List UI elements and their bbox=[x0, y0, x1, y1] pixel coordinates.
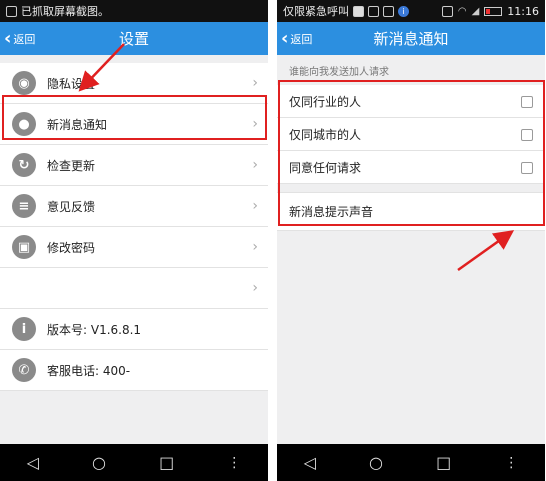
option-checkbox[interactable] bbox=[521, 96, 533, 108]
lock-icon: ▣ bbox=[12, 235, 36, 259]
option-checkbox[interactable] bbox=[521, 129, 533, 141]
status-bar: 已抓取屏幕截图。 bbox=[0, 0, 268, 22]
nav-more-button[interactable]: ⋮ bbox=[504, 455, 518, 471]
back-button[interactable]: ‹ 返回 bbox=[4, 22, 35, 55]
system-nav-bar: ◁ ○ □ ⋮ bbox=[277, 444, 545, 481]
nav-more-button[interactable]: ⋮ bbox=[227, 455, 241, 471]
system-nav-bar: ◁ ○ □ ⋮ bbox=[0, 444, 268, 481]
vibrate-icon bbox=[441, 5, 453, 17]
new-message-notification-screen: 仅限紧急呼叫 i ◠ ◢ 11:16 ‹ 返回 新消息通知 谁能向我发送加人请求… bbox=[277, 0, 545, 481]
screenshot-icon bbox=[383, 5, 394, 17]
sim-icon bbox=[353, 5, 364, 17]
menu-item-new-message-notification[interactable]: ● 新消息通知 › bbox=[0, 104, 268, 145]
option-label: 仅同城市的人 bbox=[289, 127, 362, 142]
settings-menu: ◉ 隐私设置 › ● 新消息通知 › ↻ 检查更新 › ≡ 意见反馈 › ▣ 修… bbox=[0, 63, 268, 309]
info-icon: i bbox=[398, 5, 409, 17]
chevron-left-icon: ‹ bbox=[4, 27, 12, 49]
nav-back-button[interactable]: ◁ bbox=[304, 453, 316, 472]
menu-item-feedback[interactable]: ≡ 意见反馈 › bbox=[0, 186, 268, 227]
menu-item-label: 隐私设置 bbox=[47, 76, 96, 91]
back-label: 返回 bbox=[290, 32, 313, 46]
chevron-left-icon: ‹ bbox=[281, 27, 289, 49]
option-checkbox[interactable] bbox=[521, 162, 533, 174]
chevron-right-icon: › bbox=[252, 280, 258, 296]
version-row: i 版本号: V1.6.8.1 bbox=[0, 309, 268, 350]
menu-item-label: 检查更新 bbox=[47, 158, 96, 173]
image-icon bbox=[368, 5, 379, 17]
service-phone-label: 客服电话: 400- bbox=[47, 363, 131, 378]
bubble-icon: ● bbox=[12, 112, 36, 136]
status-text: 已抓取屏幕截图。 bbox=[21, 5, 109, 18]
menu-item-label: 修改密码 bbox=[47, 240, 96, 255]
menu-item-privacy[interactable]: ◉ 隐私设置 › bbox=[0, 63, 268, 104]
option-label: 同意任何请求 bbox=[289, 160, 362, 175]
info-icon: i bbox=[12, 317, 36, 341]
menu-item-label: 新消息通知 bbox=[47, 117, 108, 132]
sound-label: 新消息提示声音 bbox=[289, 205, 374, 219]
option-same-city[interactable]: 仅同城市的人 bbox=[277, 118, 545, 151]
chevron-right-icon: › bbox=[252, 239, 258, 255]
chevron-right-icon: › bbox=[252, 198, 258, 214]
menu-item-empty[interactable]: › bbox=[0, 268, 268, 309]
nav-recent-button[interactable]: □ bbox=[436, 453, 451, 472]
nav-home-button[interactable]: ○ bbox=[92, 453, 106, 472]
status-text: 仅限紧急呼叫 bbox=[283, 5, 349, 18]
version-label: 版本号: V1.6.8.1 bbox=[47, 322, 142, 337]
page-title: 新消息通知 bbox=[373, 30, 449, 48]
phone-icon: ✆ bbox=[12, 358, 36, 382]
nav-home-button[interactable]: ○ bbox=[369, 453, 383, 472]
app-bar: ‹ 返回 新消息通知 bbox=[277, 22, 545, 55]
chevron-right-icon: › bbox=[252, 157, 258, 173]
menu-item-label: 意见反馈 bbox=[47, 199, 96, 214]
back-label: 返回 bbox=[13, 32, 36, 46]
back-button[interactable]: ‹ 返回 bbox=[281, 22, 312, 55]
screenshot-icon bbox=[6, 5, 17, 17]
spacer bbox=[0, 55, 268, 63]
service-phone-row[interactable]: ✆ 客服电话: 400- bbox=[0, 350, 268, 391]
option-any-request[interactable]: 同意任何请求 bbox=[277, 151, 545, 184]
refresh-icon: ↻ bbox=[12, 153, 36, 177]
option-label: 仅同行业的人 bbox=[289, 94, 362, 109]
page-title: 设置 bbox=[118, 30, 149, 48]
eye-icon: ◉ bbox=[12, 71, 36, 95]
menu-item-check-update[interactable]: ↻ 检查更新 › bbox=[0, 145, 268, 186]
status-bar: 仅限紧急呼叫 i ◠ ◢ 11:16 bbox=[277, 0, 545, 22]
chat-icon: ≡ bbox=[12, 194, 36, 218]
chevron-right-icon: › bbox=[252, 75, 258, 91]
chevron-right-icon: › bbox=[252, 116, 258, 132]
app-bar: ‹ 返回 设置 bbox=[0, 22, 268, 55]
wifi-icon: ◠ bbox=[457, 5, 467, 17]
nav-back-button[interactable]: ◁ bbox=[27, 453, 39, 472]
settings-screen: 已抓取屏幕截图。 ‹ 返回 设置 ◉ 隐私设置 › ● 新消息通知 › ↻ 检查… bbox=[0, 0, 268, 481]
menu-item-change-password[interactable]: ▣ 修改密码 › bbox=[0, 227, 268, 268]
nav-recent-button[interactable]: □ bbox=[159, 453, 174, 472]
option-same-industry[interactable]: 仅同行业的人 bbox=[277, 85, 545, 118]
signal-icon: ◢ bbox=[471, 5, 480, 17]
clock: 11:16 bbox=[507, 4, 539, 18]
section-caption: 谁能向我发送加人请求 bbox=[289, 66, 389, 78]
new-message-sound-row[interactable]: 新消息提示声音 bbox=[277, 192, 545, 231]
battery-icon bbox=[484, 6, 503, 16]
